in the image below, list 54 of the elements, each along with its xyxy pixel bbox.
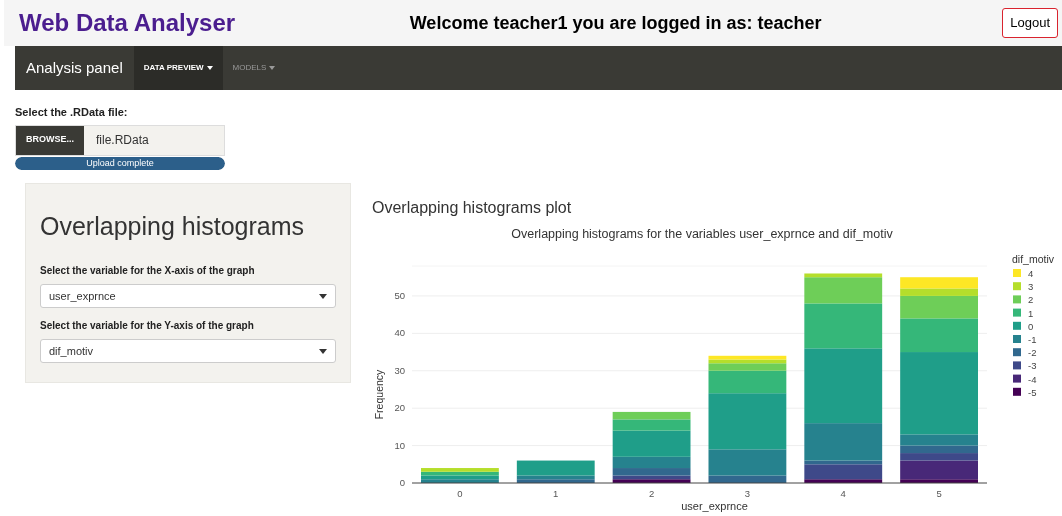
legend-label[interactable]: 1 (1028, 307, 1034, 319)
dropdown-caret-icon (319, 348, 327, 354)
dropdown-caret-icon (319, 293, 327, 299)
plot-heading: Overlapping histograms plot (372, 197, 573, 218)
caret-icon (269, 66, 276, 70)
x-tick-label: 5 (936, 487, 942, 499)
legend-swatch[interactable] (1013, 360, 1021, 369)
caret-icon (206, 66, 213, 70)
legend-swatch[interactable] (1013, 347, 1021, 356)
legend-label[interactable]: -1 (1028, 333, 1037, 345)
legend-swatch[interactable] (1013, 268, 1021, 277)
legend-swatch[interactable] (1013, 281, 1021, 290)
legend-label[interactable]: 2 (1028, 293, 1034, 305)
x-tick-label: 1 (553, 487, 559, 499)
legend-label[interactable]: -5 (1028, 386, 1037, 398)
legend-swatch[interactable] (1013, 374, 1021, 383)
chart-title: Overlapping histograms for the variables user_exprnce and dif_motiv (511, 226, 893, 241)
y-tick-label: 40 (394, 326, 405, 338)
legend-swatch[interactable] (1013, 321, 1021, 330)
y-tick-label: 20 (394, 401, 405, 413)
legend-swatch[interactable] (1013, 334, 1021, 343)
progress-bar: Upload complete (15, 156, 225, 170)
x-tick-label: 3 (744, 487, 751, 499)
app-title: Web Data Analyser (19, 8, 237, 38)
select-field[interactable]: user_exprnce (40, 284, 336, 308)
nav-menu[interactable]: DATA PREVIEW (133, 46, 223, 90)
legend-label[interactable]: -4 (1028, 373, 1037, 385)
legend-title: dif_motiv (1012, 252, 1054, 265)
legend-label[interactable]: 0 (1028, 320, 1034, 332)
legend-label[interactable]: 4 (1028, 267, 1034, 279)
panel-heading: Overlapping histograms (40, 210, 305, 242)
y-tick-label: 50 (394, 289, 405, 301)
y-tick-label: 10 (394, 439, 405, 451)
x-axis-title: user_exprnce (681, 499, 748, 512)
field-label: Select the variable for the X-axis of the graph (40, 264, 256, 278)
y-tick-label: 0 (399, 476, 405, 488)
field-label: Select the variable for the Y-axis of the graph (40, 319, 255, 333)
y-tick-label: 30 (394, 364, 405, 376)
file-label: Select the .RData file: (15, 105, 129, 120)
legend-swatch[interactable] (1013, 387, 1021, 396)
legend-label[interactable]: 3 (1028, 280, 1034, 292)
x-tick-label: 0 (457, 487, 463, 499)
navbar-brand[interactable]: Analysis panel (15, 46, 134, 90)
y-axis-title: Frequency (373, 369, 385, 419)
legend-label[interactable]: -3 (1028, 359, 1037, 371)
welcome-message: Welcome teacher1 you are logged in as: teacher (408, 11, 823, 35)
legend-label[interactable]: -2 (1028, 346, 1037, 358)
logout-button[interactable]: Logout (1002, 8, 1058, 38)
nav-menu[interactable]: MODELS (222, 46, 286, 90)
x-tick-label: 2 (648, 487, 655, 499)
select-field[interactable]: dif_motiv (40, 339, 336, 363)
legend-swatch[interactable] (1013, 308, 1021, 317)
x-tick-label: 4 (840, 487, 846, 499)
legend-swatch[interactable] (1013, 294, 1021, 303)
